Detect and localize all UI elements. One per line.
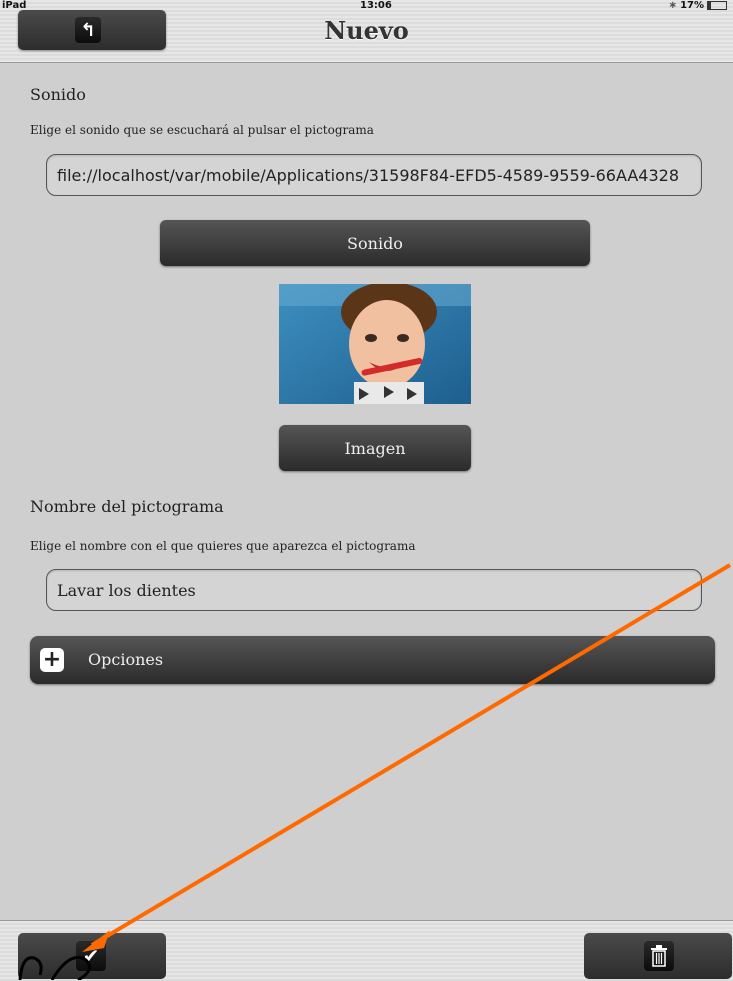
top-navigation-bar: iPad 13:06 ∗ 17% ↰ Nuevo bbox=[0, 0, 733, 63]
bluetooth-icon: ∗ bbox=[668, 0, 678, 11]
pictogram-image bbox=[279, 284, 471, 404]
sound-description: Elige el sonido que se escuchará al puls… bbox=[30, 123, 374, 137]
name-section-title: Nombre del pictograma bbox=[30, 497, 224, 516]
plus-icon: + bbox=[40, 648, 64, 672]
confirm-button[interactable]: ✔ bbox=[18, 933, 166, 979]
status-time: 13:06 bbox=[360, 0, 392, 11]
sound-button[interactable]: Sonido bbox=[160, 220, 590, 266]
name-description: Elige el nombre con el que quieres que a… bbox=[30, 539, 416, 553]
battery-icon bbox=[707, 1, 727, 10]
sound-file-field[interactable]: file://localhost/var/mobile/Applications… bbox=[46, 154, 702, 196]
annotation-arrow bbox=[90, 563, 732, 947]
image-button[interactable]: Imagen bbox=[279, 425, 471, 471]
page-title: Nuevo bbox=[324, 16, 409, 45]
options-label: Opciones bbox=[88, 650, 164, 669]
options-button[interactable]: + Opciones bbox=[30, 636, 715, 684]
annotation-overlay bbox=[18, 563, 732, 980]
sound-section-title: Sonido bbox=[30, 85, 86, 104]
bottom-toolbar: ✔ bbox=[0, 920, 733, 981]
trash-icon bbox=[644, 941, 674, 971]
pictogram-name-field[interactable]: Lavar los dientes bbox=[46, 569, 702, 611]
check-icon: ✔ bbox=[76, 941, 106, 971]
battery-percent: 17% bbox=[680, 0, 704, 11]
delete-button[interactable] bbox=[584, 933, 732, 979]
status-right: ∗ 17% bbox=[669, 0, 727, 11]
